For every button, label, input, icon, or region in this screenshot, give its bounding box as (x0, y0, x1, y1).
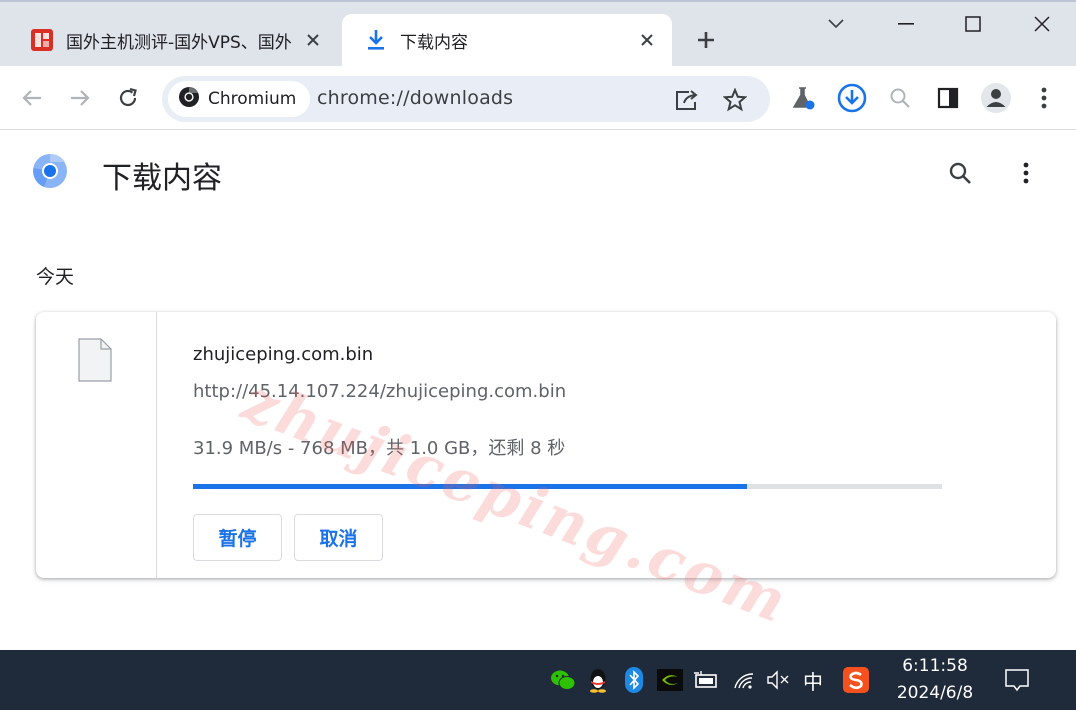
sogou-input-icon[interactable] (842, 666, 870, 694)
tab-zhujiceping[interactable]: 国外主机测评-国外VPS、国外 (8, 14, 338, 66)
tab-downloads[interactable]: 下载内容 (342, 14, 672, 66)
chromium-logo-icon (30, 151, 70, 191)
wechat-icon[interactable] (549, 666, 577, 694)
downloads-progress-icon[interactable] (835, 81, 869, 115)
browser-toolbar: Chromium chrome://downloads (0, 66, 1076, 130)
tab-title: 下载内容 (400, 32, 468, 53)
battery-power-icon[interactable] (692, 666, 720, 694)
cancel-button[interactable]: 取消 (294, 514, 383, 561)
download-progress-fill (193, 484, 748, 489)
nvidia-icon[interactable] (656, 666, 684, 694)
bookmark-star-icon[interactable] (720, 85, 750, 115)
wifi-icon[interactable] (730, 666, 758, 694)
file-name[interactable]: zhujiceping.com.bin (193, 344, 373, 365)
file-url[interactable]: http://45.14.107.224/zhujiceping.com.bin (193, 381, 566, 402)
close-icon[interactable] (302, 29, 324, 51)
profile-avatar-icon[interactable] (979, 81, 1013, 115)
qq-penguin-icon[interactable] (584, 666, 612, 694)
site-info-chip[interactable]: Chromium (168, 81, 311, 117)
search-icon[interactable] (942, 155, 978, 191)
download-icon (364, 28, 388, 52)
tab-title: 国外主机测评-国外VPS、国外 (66, 32, 292, 53)
file-icon (78, 338, 112, 386)
download-progress-bar (193, 484, 942, 489)
labs-flask-icon[interactable] (786, 81, 820, 115)
new-tab-button[interactable] (690, 24, 722, 56)
notification-center-icon[interactable] (1003, 666, 1031, 694)
close-window-button[interactable] (1022, 8, 1062, 40)
browser-menu-icon[interactable] (1027, 81, 1061, 115)
bluetooth-icon[interactable] (620, 666, 648, 694)
side-panel-icon[interactable] (931, 81, 965, 115)
maximize-button[interactable] (953, 8, 993, 40)
minimize-button[interactable] (886, 8, 926, 40)
browser-window: 国外主机测评-国外VPS、国外 下载内容 Chromium chrome://d… (0, 0, 1076, 710)
page-title: 下载内容 (102, 161, 222, 196)
zoom-icon[interactable] (883, 81, 917, 115)
os-taskbar: 中 6:11:58 2024/6/8 (0, 650, 1076, 710)
reload-button[interactable] (112, 82, 144, 114)
tab-strip: 国外主机测评-国外VPS、国外 下载内容 (0, 0, 1076, 66)
download-item-card: zhujiceping.com.bin http://45.14.107.224… (36, 312, 1056, 578)
address-bar[interactable]: Chromium chrome://downloads (162, 76, 770, 122)
clock-date[interactable]: 2024/6/8 (880, 683, 990, 703)
more-actions-icon[interactable] (1008, 155, 1044, 191)
share-icon[interactable] (672, 85, 702, 115)
file-icon-column (36, 312, 157, 578)
back-button[interactable] (16, 82, 48, 114)
site-seal-icon (30, 28, 54, 52)
download-status: 31.9 MB/s - 768 MB，共 1.0 GB，还剩 8 秒 (193, 438, 566, 459)
clock-time[interactable]: 6:11:58 (880, 656, 990, 676)
forward-button[interactable] (64, 82, 96, 114)
volume-muted-icon[interactable] (764, 666, 792, 694)
date-section-heading: 今天 (36, 266, 75, 288)
site-chip-label: Chromium (208, 89, 297, 109)
tab-search-chevron-icon[interactable] (816, 8, 856, 40)
url-text[interactable]: chrome://downloads (317, 87, 513, 109)
window-top-border (0, 0, 1076, 2)
close-icon[interactable] (636, 29, 658, 51)
pause-button[interactable]: 暂停 (193, 514, 282, 561)
chromium-icon (178, 86, 200, 112)
input-method-indicator[interactable]: 中 (799, 666, 827, 694)
downloads-page: 下载内容 今天 zhujiceping.com.bin http://45.14… (0, 131, 1076, 650)
